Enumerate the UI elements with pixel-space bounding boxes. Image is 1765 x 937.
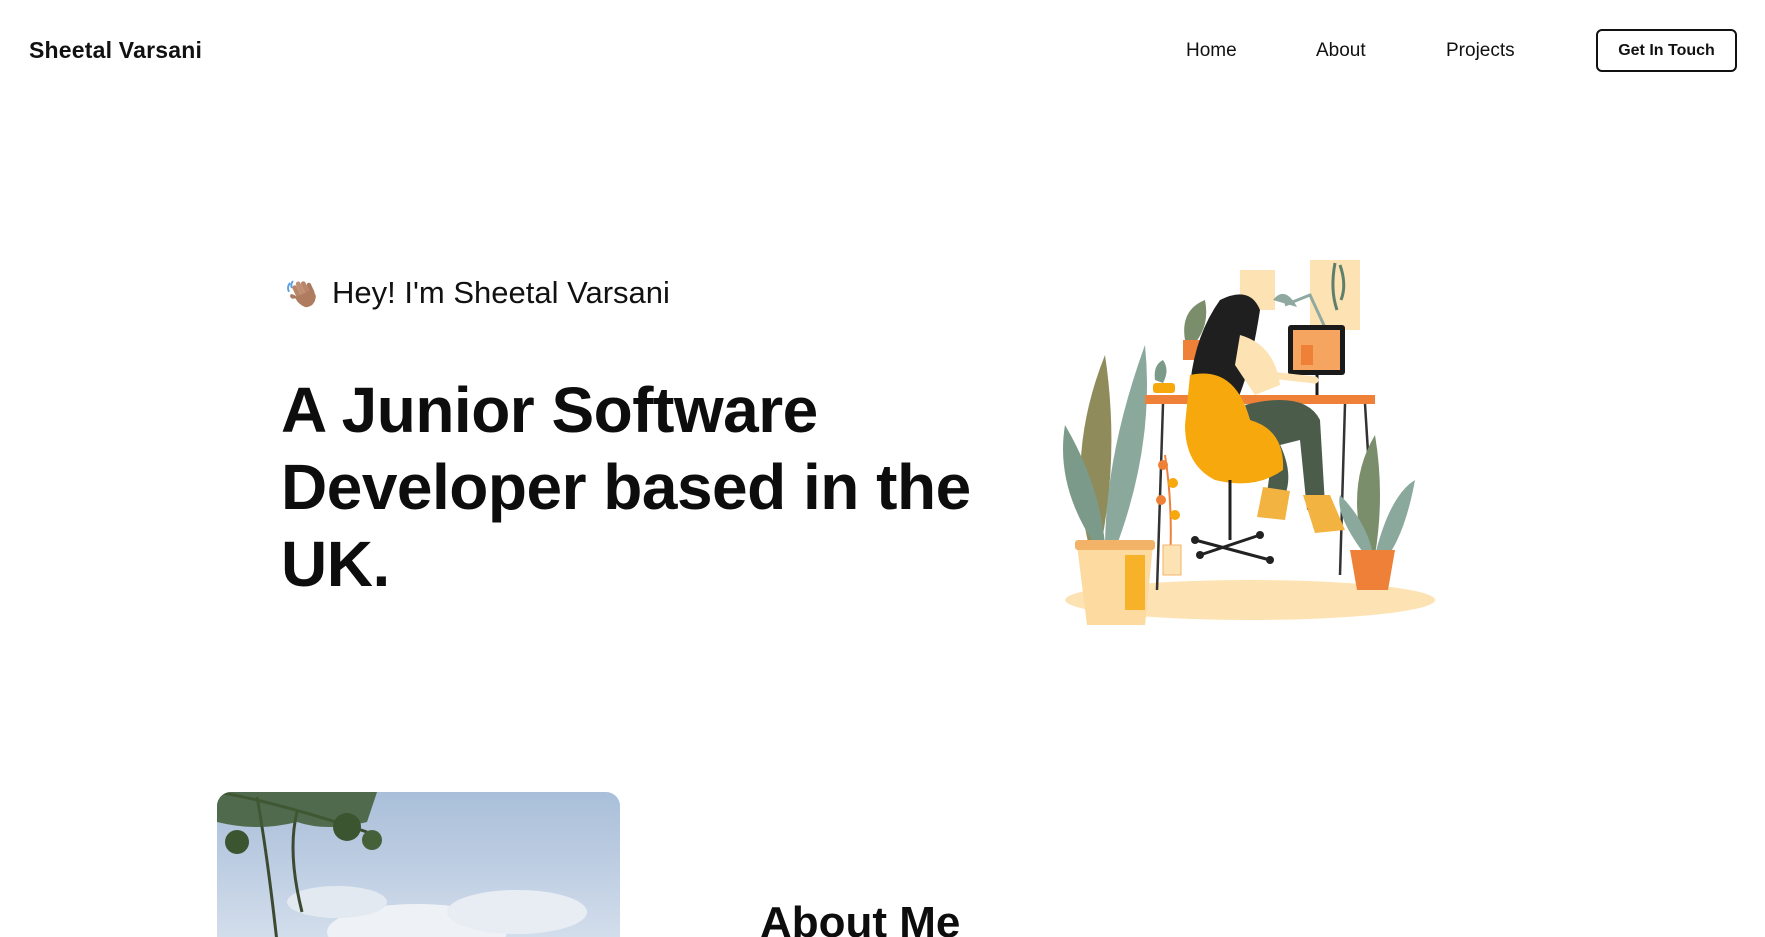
nav-link-home[interactable]: Home [1186,40,1237,62]
nav-link-projects[interactable]: Projects [1446,40,1515,62]
hero-headline: A Junior Software Developer based in the… [281,374,971,600]
greeting-text: Hey! I'm Sheetal Varsani [332,275,670,310]
hero-greeting: Hey! I'm Sheetal Varsani [284,274,670,312]
get-in-touch-button[interactable]: Get In Touch [1596,29,1737,72]
brand-logo[interactable]: Sheetal Varsani [29,37,202,64]
navbar: Sheetal Varsani Home About Projects Get … [0,0,1765,100]
sky-and-tree-photo [217,792,620,937]
waving-hand-icon [287,280,316,308]
woman-at-desk-illustration [1063,260,1435,625]
photo-scene [217,792,587,937]
nav-link-about[interactable]: About [1316,40,1366,62]
about-title: About Me [760,898,961,937]
